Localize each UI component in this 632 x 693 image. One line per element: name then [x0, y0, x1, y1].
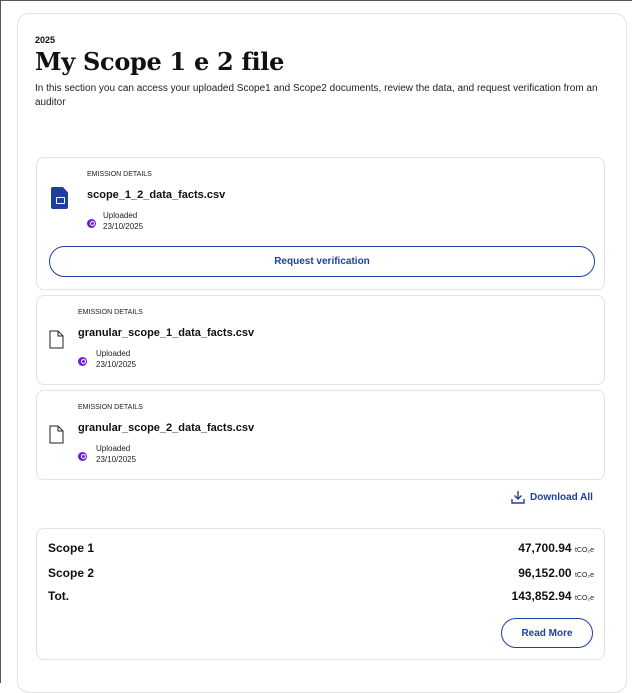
- upload-status: Uploaded 23/10/2025: [96, 348, 136, 370]
- uploaded-status-icon: [87, 219, 96, 228]
- emissions-summary-card: Scope 1 47,700.94 tCO₂e Scope 2 96,152.0…: [36, 528, 605, 660]
- year-label: 2025: [35, 35, 56, 45]
- upload-date: 23/10/2025: [96, 360, 137, 369]
- download-icon: [511, 491, 525, 504]
- scope-2-unit: tCO₂e: [574, 572, 594, 579]
- total-amount: 143,852.94: [511, 589, 572, 603]
- read-more-button[interactable]: Read More: [501, 618, 593, 648]
- scope-1-value: 47,700.94 tCO₂e: [518, 541, 594, 555]
- total-unit: tCO₂e: [574, 595, 594, 602]
- file-icon: [49, 330, 64, 349]
- file-card-granular-scope-2: EMISSION DETAILS granular_scope_2_data_f…: [36, 390, 605, 480]
- request-verification-button[interactable]: Request verification: [49, 246, 595, 277]
- file-icon: [49, 425, 64, 444]
- upload-date: 23/10/2025: [96, 455, 137, 464]
- window-frame-left: [0, 0, 1, 683]
- total-value: 143,852.94 tCO₂e: [512, 589, 594, 603]
- scope-1-amount: 47,700.94: [518, 541, 572, 555]
- scope-2-value: 96,152.00 tCO₂e: [518, 566, 594, 580]
- upload-status: Uploaded 23/10/2025: [96, 443, 136, 465]
- upload-status: Uploaded 23/10/2025: [103, 210, 143, 232]
- upload-status-text: Uploaded: [96, 444, 131, 453]
- file-name[interactable]: granular_scope_1_data_facts.csv: [78, 327, 254, 339]
- upload-status-text: Uploaded: [103, 211, 138, 220]
- uploaded-status-icon: [78, 452, 87, 461]
- window-frame-top: [0, 0, 632, 1]
- file-name[interactable]: scope_1_2_data_facts.csv: [87, 189, 225, 201]
- emission-details-label: EMISSION DETAILS: [78, 309, 143, 316]
- file-card-granular-scope-1: EMISSION DETAILS granular_scope_1_data_f…: [36, 295, 605, 385]
- upload-date: 23/10/2025: [103, 222, 144, 231]
- file-name[interactable]: granular_scope_2_data_facts.csv: [78, 422, 254, 434]
- emission-details-label: EMISSION DETAILS: [78, 404, 143, 411]
- uploaded-status-icon: [78, 357, 87, 366]
- page-title: My Scope 1 e 2 file: [35, 47, 285, 76]
- scope-1-unit: tCO₂e: [574, 547, 594, 554]
- scope-2-amount: 96,152.00: [518, 566, 572, 580]
- upload-status-text: Uploaded: [96, 349, 131, 358]
- page-description: In this section you can access your uplo…: [35, 83, 598, 108]
- download-all-label: Download All: [530, 491, 593, 503]
- scope-1-label: Scope 1: [48, 541, 95, 555]
- emission-details-label: EMISSION DETAILS: [87, 171, 152, 178]
- file-folder-icon: [51, 187, 68, 209]
- file-card-scope-1-2: EMISSION DETAILS scope_1_2_data_facts.cs…: [36, 157, 605, 290]
- total-label: Tot.: [48, 589, 70, 603]
- scope-2-label: Scope 2: [48, 566, 95, 580]
- download-all-button[interactable]: Download All: [511, 490, 593, 504]
